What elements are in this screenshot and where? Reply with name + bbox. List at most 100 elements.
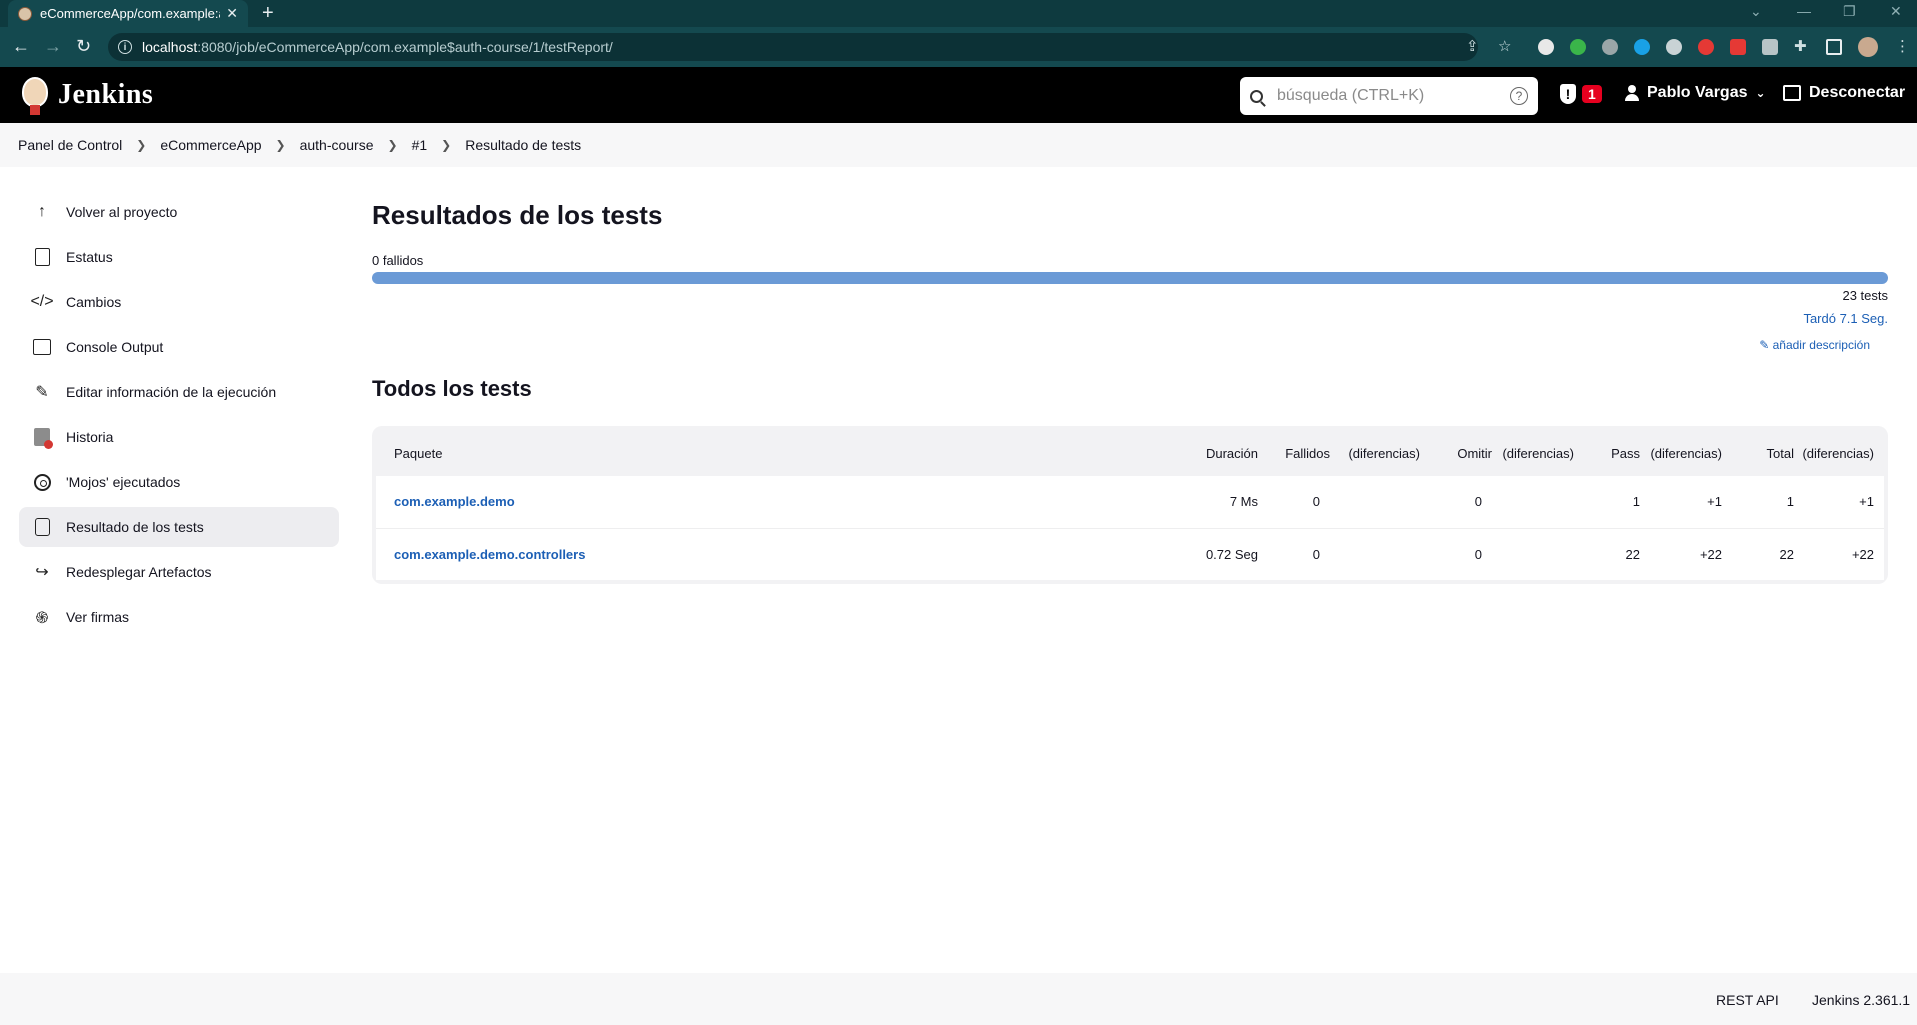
- total-cell: 22: [1779, 546, 1794, 562]
- clipboard-icon: [32, 517, 52, 537]
- package-link[interactable]: com.example.demo: [394, 494, 515, 509]
- sidebar-item-edit-build-info[interactable]: ✎ Editar información de la ejecución: [19, 372, 339, 412]
- page-title: Resultados de los tests: [372, 200, 663, 230]
- browser-tab-strip: eCommerceApp/com.example:auth-course ✕ +…: [0, 0, 1917, 27]
- logout-button[interactable]: Desconectar: [1783, 84, 1905, 102]
- column-header-package[interactable]: Paquete: [376, 430, 1158, 476]
- pass-diff-cell: +1: [1640, 476, 1722, 529]
- chevron-down-icon[interactable]: ⌄: [1756, 86, 1766, 100]
- package-cell: com.example.demo.controllers: [376, 528, 1158, 580]
- sidebar-item-status[interactable]: Estatus: [19, 237, 339, 277]
- extension-icon[interactable]: [1730, 39, 1746, 55]
- column-header-pass-diff[interactable]: (diferencias): [1640, 430, 1722, 476]
- total-cell: 1: [1722, 476, 1794, 529]
- browser-menu-icon[interactable]: ⋮: [1895, 37, 1910, 55]
- pass-cell: 22: [1625, 546, 1640, 562]
- duration-link[interactable]: Tardó 7.1 Seg.: [372, 311, 1888, 326]
- browser-tab[interactable]: eCommerceApp/com.example:auth-course ✕: [8, 0, 248, 27]
- extension-icon[interactable]: [1602, 39, 1618, 55]
- extension-icon[interactable]: [1634, 39, 1650, 55]
- test-results-table: Paquete Duración Fallidos (diferencias) …: [372, 426, 1888, 584]
- jenkins-header: Jenkins ? ! 1 Pablo Vargas ⌄ Desconectar: [0, 67, 1917, 123]
- extension-shield-icon[interactable]: [1570, 39, 1586, 55]
- breadcrumb-item[interactable]: auth-course: [300, 137, 374, 153]
- security-alert-button[interactable]: ! 1: [1560, 84, 1602, 104]
- share-page-icon[interactable]: ⇪: [1466, 37, 1479, 55]
- column-header-failed-diff[interactable]: (diferencias): [1330, 430, 1420, 476]
- forward-icon[interactable]: →: [44, 36, 62, 57]
- pass-cell: 1: [1574, 476, 1640, 529]
- site-info-icon[interactable]: i: [118, 40, 132, 54]
- search-input[interactable]: [1277, 87, 1510, 105]
- alert-count-badge: 1: [1582, 85, 1602, 103]
- tab-search-icon[interactable]: ⌄: [1750, 3, 1762, 20]
- add-description-link[interactable]: ✎ añadir descripción: [372, 338, 1888, 352]
- column-header-failed[interactable]: Fallidos: [1258, 430, 1330, 476]
- sidebar-item-back-to-project[interactable]: ↑ Volver al proyecto: [19, 192, 339, 232]
- side-panel-icon[interactable]: [1826, 39, 1842, 55]
- sidebar-item-label: Resultado de los tests: [66, 519, 204, 535]
- package-cell: com.example.demo: [376, 476, 1158, 529]
- app-title[interactable]: Jenkins: [58, 79, 153, 111]
- reload-icon[interactable]: ↻: [76, 36, 91, 57]
- close-window-icon[interactable]: ✕: [1890, 3, 1902, 20]
- address-bar[interactable]: i localhost :8080/job/eCommerceApp/com.e…: [108, 33, 1478, 61]
- profile-avatar[interactable]: [1858, 37, 1878, 57]
- sidebar-item-label: Cambios: [66, 294, 122, 310]
- jenkins-logo-icon[interactable]: [18, 75, 52, 115]
- sidebar-item-changes[interactable]: </> Cambios: [19, 282, 339, 322]
- arrow-up-icon: ↑: [38, 203, 46, 220]
- table-row: com.example.demo 7 Ms 0 0 1 +1 1 +1: [376, 476, 1884, 529]
- back-icon[interactable]: ←: [12, 36, 30, 57]
- sidebar-item-label: 'Mojos' ejecutados: [66, 474, 181, 490]
- user-icon: [1625, 85, 1639, 101]
- failed-cell: 0: [1258, 476, 1330, 529]
- column-header-pass[interactable]: Pass: [1574, 430, 1640, 476]
- sidebar-item-console-output[interactable]: Console Output: [19, 327, 339, 367]
- extension-icon[interactable]: [1698, 39, 1714, 55]
- close-tab-icon[interactable]: ✕: [226, 5, 238, 22]
- package-link[interactable]: com.example.demo.controllers: [394, 547, 585, 562]
- extension-icon[interactable]: [1666, 39, 1682, 55]
- column-header-total-diff[interactable]: (diferencias): [1794, 430, 1884, 476]
- column-header-skipped-diff[interactable]: (diferencias): [1492, 430, 1574, 476]
- sidebar-item-fingerprints[interactable]: ֍ Ver firmas: [19, 597, 339, 637]
- browser-tab-title: eCommerceApp/com.example:auth-course: [40, 6, 220, 21]
- terminal-icon: [32, 337, 52, 357]
- bookmark-star-icon[interactable]: ☆: [1498, 37, 1511, 55]
- skipped-diff-cell: [1492, 528, 1574, 580]
- sidebar-item-redeploy-artifacts[interactable]: ↪ Redesplegar Artefactos: [19, 552, 339, 592]
- fingerprint-icon: ֍: [35, 610, 49, 627]
- total-diff-cell: +22: [1851, 546, 1874, 562]
- restore-icon[interactable]: ❐: [1843, 3, 1856, 20]
- new-tab-icon[interactable]: +: [262, 2, 274, 25]
- sidebar-item-executed-mojos[interactable]: 'Mojos' ejecutados: [19, 462, 339, 502]
- extension-icon[interactable]: [1538, 39, 1554, 55]
- extensions-puzzle-icon[interactable]: ✚: [1794, 37, 1807, 55]
- test-results-progress-bar: [372, 272, 1888, 284]
- jenkins-version-link[interactable]: Jenkins 2.361.1: [1812, 992, 1910, 1008]
- minimize-icon[interactable]: —: [1797, 3, 1811, 19]
- breadcrumb-item[interactable]: #1: [412, 137, 428, 153]
- search-box[interactable]: ?: [1240, 77, 1538, 115]
- column-header-skipped[interactable]: Omitir: [1420, 430, 1492, 476]
- all-tests-heading: Todos los tests: [372, 376, 532, 401]
- url-path: :8080/job/eCommerceApp/com.example$auth-…: [197, 39, 613, 55]
- breadcrumb-item[interactable]: eCommerceApp: [160, 137, 261, 153]
- column-header-total[interactable]: Total: [1722, 430, 1794, 476]
- rest-api-link[interactable]: REST API: [1716, 992, 1779, 1008]
- breadcrumb-item[interactable]: Panel de Control: [18, 137, 122, 153]
- edit-icon: ✎: [35, 384, 49, 401]
- share-icon: ↪: [35, 564, 49, 581]
- breadcrumb-item-current[interactable]: Resultado de tests: [465, 137, 581, 153]
- column-header-duration[interactable]: Duración: [1158, 430, 1258, 476]
- search-icon: [1250, 89, 1263, 103]
- search-help-icon[interactable]: ?: [1510, 87, 1528, 105]
- user-menu[interactable]: Pablo Vargas ⌄: [1625, 84, 1766, 102]
- gear-icon: [32, 472, 52, 492]
- sidebar-item-history[interactable]: Historia: [19, 417, 339, 457]
- jenkins-favicon-icon: [18, 6, 32, 21]
- logout-icon: [1783, 85, 1801, 101]
- camera-extension-icon[interactable]: [1762, 39, 1778, 55]
- sidebar-item-test-results[interactable]: Resultado de los tests: [19, 507, 339, 547]
